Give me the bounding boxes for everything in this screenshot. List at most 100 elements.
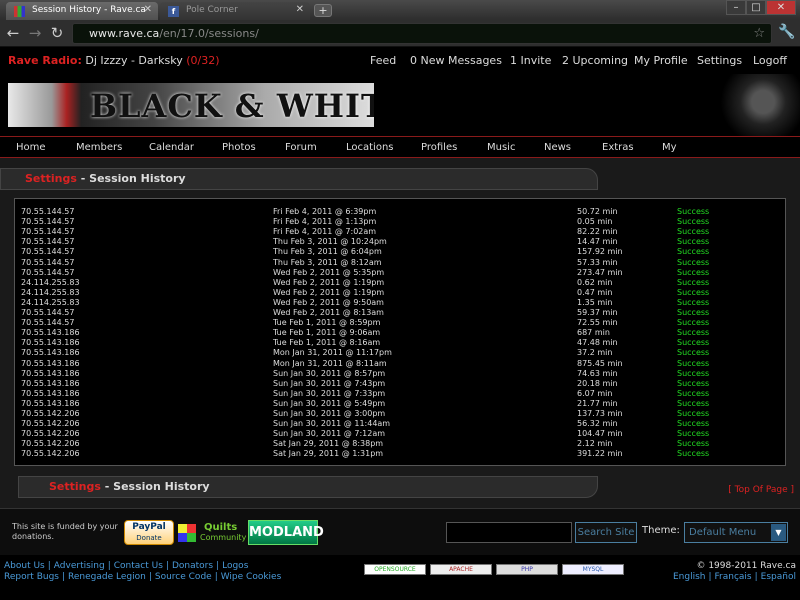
session-duration: 2.12 min: [577, 439, 613, 449]
nav-members[interactable]: Members: [76, 137, 122, 159]
footer-link-donators[interactable]: Donators: [172, 561, 213, 571]
footer-link-report-bugs[interactable]: Report Bugs: [4, 572, 59, 582]
bookmark-star-icon[interactable]: ☆: [753, 24, 765, 43]
breadcrumb-settings[interactable]: Settings: [49, 480, 101, 493]
session-duration: 82.22 min: [577, 227, 618, 237]
session-ip: 70.55.143.186: [21, 398, 80, 408]
theme-select[interactable]: Default Menu ▼: [684, 522, 788, 543]
session-duration: 50.72 min: [577, 207, 618, 216]
window-close-icon[interactable]: ✕: [766, 0, 796, 15]
session-date: Fri Feb 4, 2011 @ 7:02am: [273, 227, 377, 237]
table-row: 70.55.143.186 Sun Jan 30, 2011 @ 7:33pm 6.…: [15, 389, 787, 399]
search-input[interactable]: [446, 522, 572, 543]
nav-profiles[interactable]: Profiles: [421, 137, 457, 159]
session-status: Success: [677, 267, 710, 277]
breadcrumb-settings[interactable]: Settings: [25, 172, 77, 185]
session-status: Success: [677, 297, 710, 307]
nav-my[interactable]: My: [662, 137, 677, 159]
session-duration: 875.45 min: [577, 358, 623, 368]
session-ip: 70.55.143.186: [21, 338, 80, 348]
feed-link[interactable]: Feed: [370, 48, 396, 74]
session-ip: 70.55.142.206: [21, 449, 80, 459]
footer-links-row1: About Us | Advertising | Contact Us | Donators…: [4, 561, 248, 571]
apache-badge[interactable]: APACHE: [430, 564, 492, 575]
session-status: Success: [677, 277, 710, 287]
session-date: Sat Jan 29, 2011 @ 1:31pm: [273, 449, 384, 459]
radio-listener-count: (0/32): [186, 54, 220, 67]
logoff-link[interactable]: Logoff: [753, 48, 787, 74]
tab-title: Session History - Rave.ca: [32, 5, 146, 15]
table-row: 70.55.144.57 Thu Feb 3, 2011 @ 6:04pm 157.…: [15, 247, 787, 257]
session-date: Sun Jan 30, 2011 @ 3:00pm: [273, 409, 386, 418]
upcoming-link[interactable]: 2 Upcoming: [562, 48, 628, 74]
mysql-badge[interactable]: MYSQL: [562, 564, 624, 575]
table-row: 70.55.144.57 Fri Feb 4, 2011 @ 1:13pm 0.05…: [15, 217, 787, 227]
nav-news[interactable]: News: [544, 137, 571, 159]
php-badge[interactable]: PHP: [496, 564, 558, 575]
nav-forum[interactable]: Forum: [285, 137, 317, 159]
session-date: Mon Jan 31, 2011 @ 8:11am: [273, 358, 387, 368]
new-tab-button[interactable]: +: [314, 4, 332, 17]
opensource-badge[interactable]: OPENSOURCE: [364, 564, 426, 575]
footer-link-source-code[interactable]: Source Code: [155, 572, 212, 582]
footer-link-advertising[interactable]: Advertising: [54, 561, 105, 571]
language-links: English | Français | Español: [673, 572, 796, 582]
lang-francais[interactable]: Français: [715, 572, 752, 582]
address-bar[interactable]: www.rave.ca/en/17.0/sessions/ ☆: [72, 23, 772, 44]
back-arrow-icon[interactable]: ←: [4, 24, 22, 42]
footer-link-logos[interactable]: Logos: [222, 561, 248, 571]
close-icon[interactable]: ✕: [296, 4, 304, 15]
invite-link[interactable]: 1 Invite: [510, 48, 551, 74]
chevron-down-icon[interactable]: ▼: [771, 524, 786, 541]
session-ip: 70.55.144.57: [21, 207, 75, 216]
session-duration: 687 min: [577, 328, 610, 338]
close-icon[interactable]: ✕: [144, 4, 152, 15]
session-date: Tue Feb 1, 2011 @ 8:16am: [273, 338, 381, 348]
session-duration: 59.37 min: [577, 308, 618, 317]
site-banner[interactable]: BLACK & WHITE: [8, 83, 374, 127]
nav-home[interactable]: Home: [16, 137, 46, 159]
session-ip: 70.55.142.206: [21, 429, 80, 439]
modland-link[interactable]: MODLAND: [248, 520, 324, 545]
wrench-icon[interactable]: 🔧: [778, 24, 795, 40]
session-status: Success: [677, 378, 710, 388]
messages-link[interactable]: 0 New Messages: [410, 48, 502, 74]
session-duration: 72.55 min: [577, 318, 618, 328]
radio-dj-link[interactable]: Dj Izzzy - Darksky: [85, 54, 182, 67]
footer-link-about-us[interactable]: About Us: [4, 561, 45, 571]
browser-toolbar: ← → ↻ www.rave.ca/en/17.0/sessions/ ☆: [0, 20, 800, 47]
forward-arrow-icon[interactable]: →: [26, 24, 44, 42]
footer-link-renegade-legion[interactable]: Renegade Legion: [68, 572, 146, 582]
nav-calendar[interactable]: Calendar: [149, 137, 194, 159]
session-status: Success: [677, 398, 710, 408]
nav-extras[interactable]: Extras: [602, 137, 634, 159]
footer-link-contact-us[interactable]: Contact Us: [114, 561, 163, 571]
session-ip: 70.55.143.186: [21, 368, 80, 378]
browser-tab-session-history[interactable]: Session History - Rave.ca ✕: [6, 2, 158, 20]
paypal-donate-button[interactable]: PayPal Donate: [124, 520, 174, 545]
my-profile-link[interactable]: My Profile: [634, 48, 688, 74]
footer-link-wipe-cookies[interactable]: Wipe Cookies: [221, 572, 282, 582]
browser-tab-pole-corner[interactable]: f Pole Corner ✕: [160, 2, 310, 20]
theme-label: Theme:: [642, 525, 680, 536]
settings-link[interactable]: Settings: [697, 48, 742, 74]
quilts-community-link[interactable]: Quilts Community: [178, 522, 246, 544]
table-row: 70.55.144.57 Thu Feb 3, 2011 @ 8:12am 57.3…: [15, 258, 787, 268]
footer-separator: |: [754, 572, 758, 582]
avatar[interactable]: [718, 74, 800, 136]
nav-photos[interactable]: Photos: [222, 137, 256, 159]
search-site-button[interactable]: Search Site: [575, 522, 637, 543]
session-ip: 70.55.144.57: [21, 318, 75, 328]
top-of-page-link[interactable]: [ Top Of Page ]: [728, 485, 794, 495]
maximize-icon[interactable]: □: [746, 0, 766, 15]
lang-espanol[interactable]: Español: [761, 572, 796, 582]
session-status: Success: [677, 358, 710, 368]
session-status: Success: [677, 318, 710, 328]
nav-music[interactable]: Music: [487, 137, 515, 159]
nav-locations[interactable]: Locations: [346, 137, 394, 159]
minimize-icon[interactable]: –: [726, 0, 746, 15]
reload-icon[interactable]: ↻: [48, 24, 66, 42]
lang-english[interactable]: English: [673, 572, 706, 582]
session-ip: 70.55.142.206: [21, 439, 80, 449]
section-header: Settings - Session History: [0, 168, 598, 190]
